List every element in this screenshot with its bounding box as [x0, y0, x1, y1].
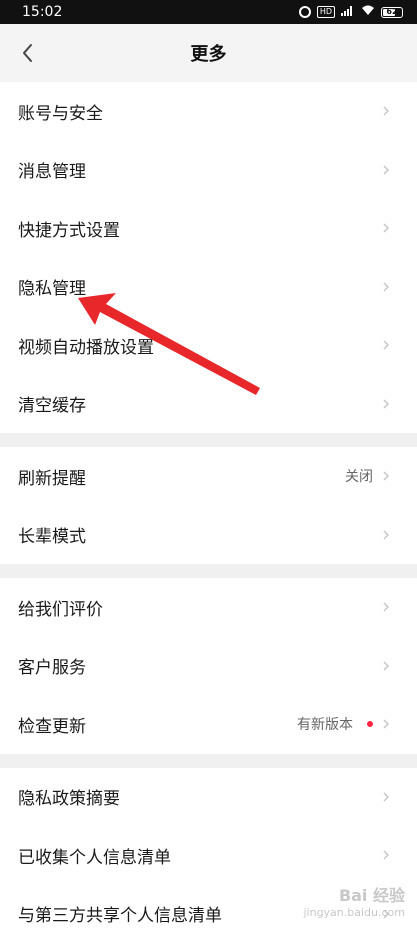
- settings-group: 刷新提醒 关闭长辈模式: [0, 447, 417, 564]
- settings-row-right: 有新版本: [297, 714, 389, 734]
- settings-row-right: [383, 282, 389, 292]
- settings-row[interactable]: 检查更新 有新版本: [0, 695, 417, 754]
- settings-row-right: [383, 340, 389, 350]
- settings-row-right: [383, 165, 389, 175]
- chevron-right-icon: [383, 471, 389, 481]
- settings-row[interactable]: 客户服务: [0, 637, 417, 696]
- settings-row[interactable]: 消息管理: [0, 141, 417, 200]
- settings-row[interactable]: 清空缓存: [0, 375, 417, 434]
- settings-row-right: [383, 530, 389, 540]
- settings-row-label: 已收集个人信息清单: [18, 843, 171, 868]
- settings-list: 账号与安全消息管理快捷方式设置隐私管理视频自动播放设置清空缓存刷新提醒 关闭长辈模…: [0, 82, 417, 943]
- settings-row-label: 快捷方式设置: [18, 216, 120, 241]
- settings-row-right: [383, 661, 389, 671]
- chevron-right-icon: [383, 106, 389, 116]
- wifi-icon: [361, 5, 375, 19]
- settings-row-right: [383, 792, 389, 802]
- settings-row[interactable]: 账号与安全: [0, 82, 417, 141]
- settings-group: 给我们评价客户服务检查更新 有新版本: [0, 578, 417, 754]
- nav-header: 更多: [0, 24, 417, 82]
- chevron-right-icon: [383, 661, 389, 671]
- settings-row-right: [383, 223, 389, 233]
- settings-row[interactable]: 长辈模式: [0, 506, 417, 565]
- settings-row-label: 隐私管理: [18, 274, 86, 299]
- settings-row-label: 客户服务: [18, 653, 86, 678]
- battery-icon: 62: [381, 7, 403, 18]
- group-separator: [0, 564, 417, 578]
- watermark-url: jingyan.baidu.com: [303, 906, 405, 919]
- new-version-badge: [367, 721, 373, 727]
- status-time: 15:02: [22, 4, 62, 20]
- settings-row-right: [383, 399, 389, 409]
- page-title: 更多: [191, 40, 227, 66]
- settings-row[interactable]: 刷新提醒 关闭: [0, 447, 417, 506]
- settings-row-label: 清空缓存: [18, 391, 86, 416]
- settings-row-label: 刷新提醒: [18, 464, 86, 489]
- alarm-icon: [299, 6, 311, 18]
- chevron-right-icon: [383, 602, 389, 612]
- chevron-right-icon: [383, 340, 389, 350]
- group-separator: [0, 433, 417, 447]
- chevron-right-icon: [383, 399, 389, 409]
- settings-row[interactable]: 给我们评价: [0, 578, 417, 637]
- chevron-right-icon: [383, 719, 389, 729]
- chevron-right-icon: [383, 792, 389, 802]
- chevron-right-icon: [383, 165, 389, 175]
- chevron-left-icon: [18, 42, 40, 64]
- chevron-right-icon: [383, 850, 389, 860]
- settings-row-value: 关闭: [345, 466, 373, 486]
- settings-row[interactable]: 隐私政策摘要: [0, 768, 417, 827]
- settings-row-label: 视频自动播放设置: [18, 333, 154, 358]
- back-button[interactable]: [18, 42, 40, 64]
- status-bar: 15:02 HD 62: [0, 0, 417, 24]
- settings-row-label: 隐私政策摘要: [18, 784, 120, 809]
- settings-row[interactable]: 已收集个人信息清单: [0, 826, 417, 885]
- settings-row-label: 检查更新: [18, 712, 86, 737]
- settings-row[interactable]: 快捷方式设置: [0, 199, 417, 258]
- signal-icon: [341, 6, 355, 19]
- settings-row-label: 长辈模式: [18, 522, 86, 547]
- hd-icon: HD: [317, 6, 335, 18]
- settings-row-right: [383, 602, 389, 612]
- chevron-right-icon: [383, 530, 389, 540]
- watermark: Bai 经验 jingyan.baidu.com: [303, 882, 405, 919]
- group-separator: [0, 754, 417, 768]
- settings-row-label: 账号与安全: [18, 99, 103, 124]
- chevron-right-icon: [383, 223, 389, 233]
- settings-row-label: 与第三方共享个人信息清单: [18, 901, 222, 926]
- watermark-brand: Bai 经验: [303, 882, 405, 906]
- settings-row-label: 给我们评价: [18, 595, 103, 620]
- settings-row-value: 有新版本: [297, 714, 353, 734]
- settings-row-right: 关闭: [345, 466, 389, 486]
- settings-group: 账号与安全消息管理快捷方式设置隐私管理视频自动播放设置清空缓存: [0, 82, 417, 433]
- settings-row-right: [383, 850, 389, 860]
- settings-row[interactable]: 隐私管理: [0, 258, 417, 317]
- status-icons: HD 62: [299, 5, 403, 19]
- settings-row-right: [383, 106, 389, 116]
- settings-row-label: 消息管理: [18, 157, 86, 182]
- settings-row[interactable]: 视频自动播放设置: [0, 316, 417, 375]
- chevron-right-icon: [383, 282, 389, 292]
